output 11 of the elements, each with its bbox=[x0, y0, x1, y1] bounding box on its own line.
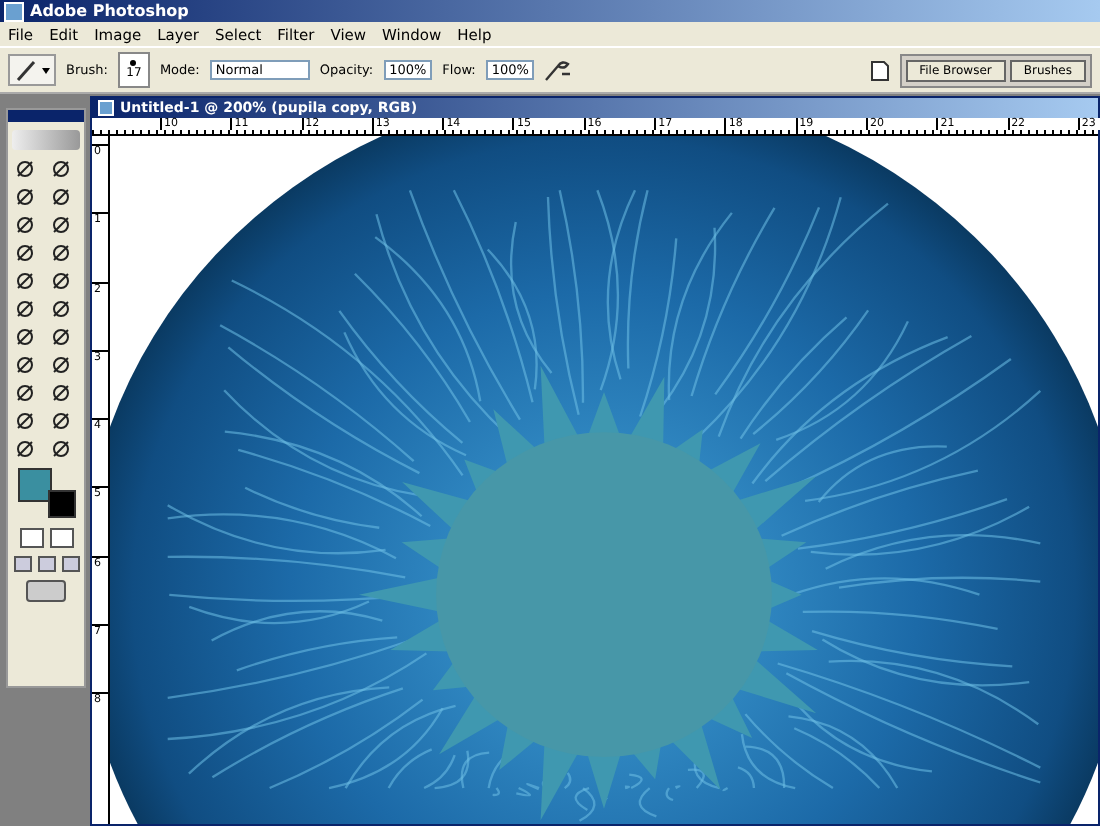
tool-preset-picker[interactable] bbox=[8, 54, 56, 86]
app-icon bbox=[4, 1, 24, 21]
standard-mode-icon[interactable] bbox=[19, 528, 43, 548]
dropdown-arrow-icon bbox=[42, 67, 50, 73]
color-swatch[interactable] bbox=[48, 490, 76, 518]
color-swatch[interactable] bbox=[18, 468, 52, 502]
brush-icon bbox=[14, 58, 38, 82]
quick-mask-icon[interactable] bbox=[49, 528, 73, 548]
app-title: Adobe Photoshop bbox=[30, 2, 189, 20]
airbrush-icon[interactable] bbox=[544, 58, 573, 82]
document-icon[interactable] bbox=[869, 59, 890, 81]
